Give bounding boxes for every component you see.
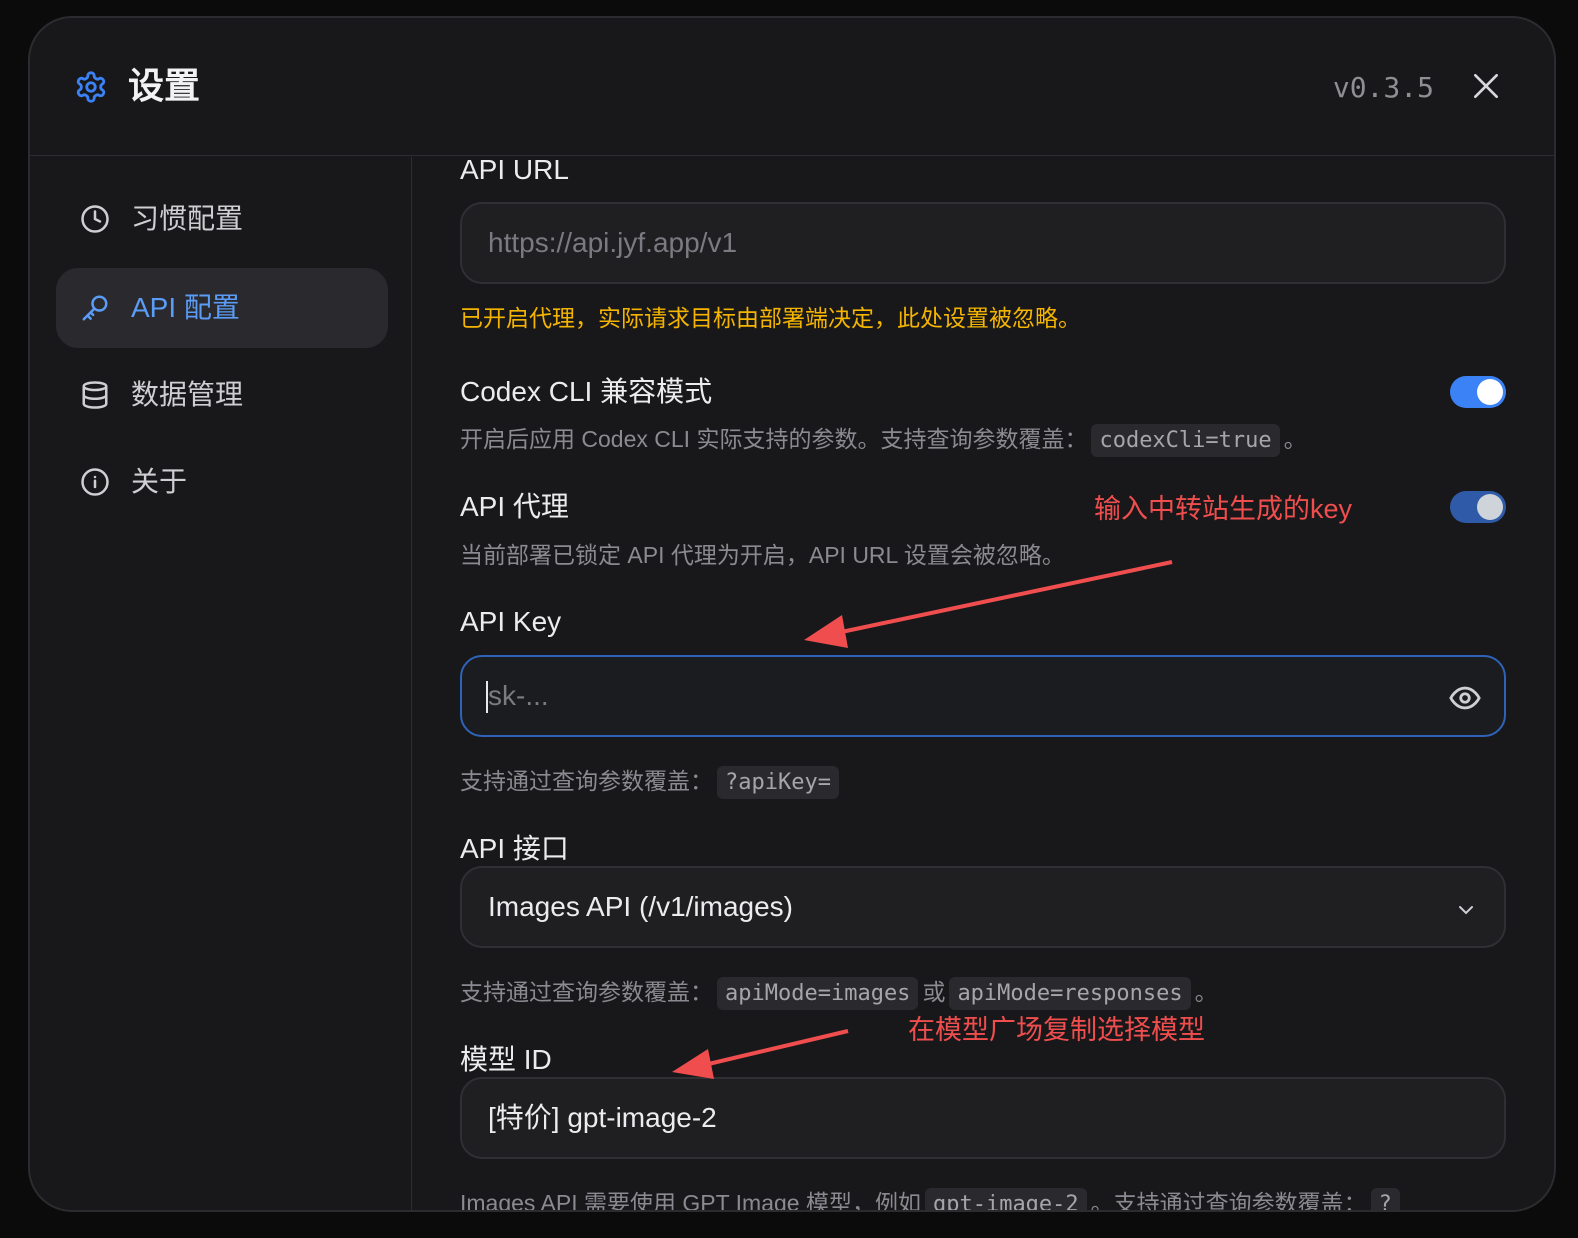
database-icon [82, 381, 108, 409]
dialog-header: 设置 v0.3.5 [30, 18, 1554, 156]
sidebar: 习惯配置 API 配置 数据管理 关于 [30, 157, 412, 1210]
proxy-label: API 代理 [460, 491, 569, 522]
codex-help-text: 开启后应用 Codex CLI 实际支持的参数。支持查询参数覆盖： [460, 426, 1088, 452]
api-key-help: 支持通过查询参数覆盖： ?apiKey= [460, 763, 843, 801]
proxy-toggle[interactable] [1450, 491, 1506, 523]
sidebar-item-habits[interactable]: 习惯配置 [56, 179, 388, 259]
sidebar-item-api[interactable]: API 配置 [56, 268, 388, 348]
api-key-label: API Key [460, 606, 562, 637]
sidebar-item-label: 数据管理 [131, 379, 244, 410]
endpoint-code-responses: apiMode=responses [949, 977, 1191, 1010]
proxy-warning: 已开启代理，实际请求目标由部署端决定，此处设置被忽略。 [460, 305, 1081, 331]
api-url-input[interactable]: https://api.jyf.app/v1 [460, 202, 1506, 284]
proxy-help: 当前部署已锁定 API 代理为开启，API URL 设置会被忽略。 [460, 542, 1065, 568]
dialog-title: 设置 [128, 65, 201, 106]
sidebar-item-about[interactable]: 关于 [56, 442, 388, 522]
eye-icon[interactable] [1448, 681, 1482, 715]
codex-help-suffix: 。 [1283, 426, 1307, 452]
model-code: gpt-image-2 [924, 1188, 1087, 1210]
api-settings-panel: API URL https://api.jyf.app/v1 已开启代理，实际请… [460, 157, 1506, 1210]
endpoint-select[interactable]: Images API (/v1/images) [460, 866, 1506, 948]
endpoint-code-images: apiMode=images [717, 977, 919, 1010]
close-icon[interactable] [1470, 70, 1502, 102]
endpoint-help-suffix: 。 [1194, 979, 1218, 1005]
codex-label: Codex CLI 兼容模式 [460, 376, 713, 407]
annotation-model-note: 在模型广场复制选择模型 [908, 1015, 1205, 1045]
annotation-key-note: 输入中转站生成的key [1094, 494, 1353, 524]
api-key-code: ?apiKey= [717, 766, 839, 799]
toggle-knob [1477, 379, 1503, 405]
version-label: v0.3.5 [1332, 71, 1434, 104]
chevron-down-icon [1459, 906, 1473, 915]
model-value: [特价] gpt-image-2 [488, 1102, 717, 1133]
endpoint-label: API 接口 [460, 833, 569, 864]
endpoint-or: 或 [922, 979, 946, 1005]
endpoint-value: Images API (/v1/images) [488, 891, 794, 922]
api-key-input[interactable]: sk-... [460, 655, 1506, 737]
gear-icon [76, 71, 106, 103]
codex-code: codexCli=true [1091, 424, 1280, 457]
model-help-text: Images API 需要使用 GPT Image 模型，例如 [460, 1190, 921, 1210]
sidebar-item-data[interactable]: 数据管理 [56, 355, 388, 435]
model-help: Images API 需要使用 GPT Image 模型，例如 gpt-image… [460, 1185, 1404, 1210]
model-help-mid: 。支持通过查询参数覆盖： [1090, 1190, 1367, 1210]
api-key-placeholder: sk-... [488, 680, 549, 711]
clock-icon [81, 205, 109, 233]
toggle-knob [1477, 494, 1503, 520]
settings-dialog: 设置 v0.3.5 习惯配置 API 配置 数据管理 关于 API URL ht… [28, 16, 1556, 1212]
model-input[interactable]: [特价] gpt-image-2 [460, 1077, 1506, 1159]
codex-help: 开启后应用 Codex CLI 实际支持的参数。支持查询参数覆盖： codexCl… [460, 421, 1307, 459]
text-cursor [486, 681, 488, 713]
api-url-label: API URL [460, 157, 569, 185]
sidebar-item-label: 习惯配置 [131, 203, 244, 234]
key-icon [82, 295, 108, 321]
endpoint-help: 支持通过查询参数覆盖： apiMode=images 或 apiMode=respon… [460, 974, 1218, 1012]
sidebar-item-label: 关于 [131, 466, 188, 497]
info-icon [81, 468, 109, 496]
model-label: 模型 ID [460, 1044, 552, 1075]
api-url-placeholder: https://api.jyf.app/v1 [488, 227, 738, 258]
api-key-help-text: 支持通过查询参数覆盖： [460, 768, 713, 794]
codex-toggle[interactable] [1450, 376, 1506, 408]
sidebar-item-label: API 配置 [131, 292, 240, 323]
model-code-param: ? [1370, 1188, 1400, 1210]
endpoint-help-text: 支持通过查询参数覆盖： [460, 979, 713, 1005]
